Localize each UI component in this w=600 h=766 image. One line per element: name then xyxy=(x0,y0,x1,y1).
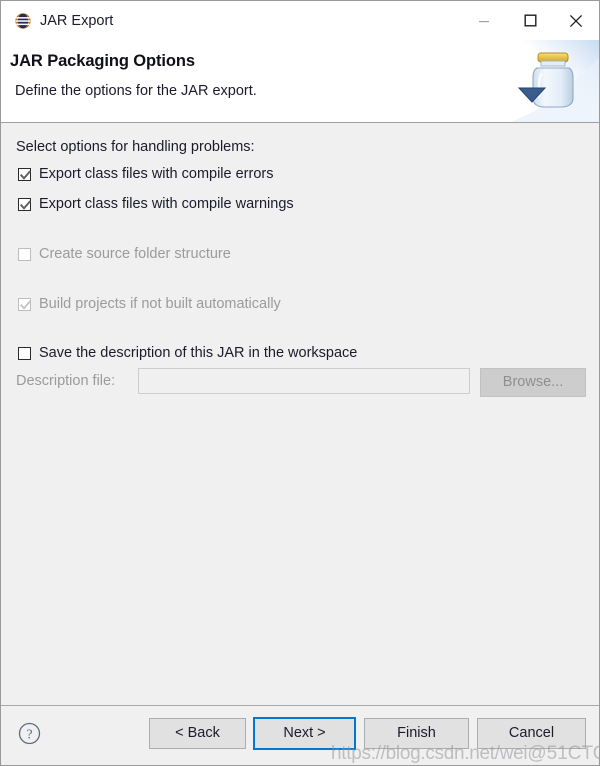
checkmark-icon xyxy=(19,170,31,180)
option-save-description-in-workspace[interactable]: Save the description of this JAR in the … xyxy=(18,343,357,363)
description-file-label: Description file: xyxy=(16,373,116,389)
checkbox[interactable] xyxy=(18,197,31,211)
checkbox xyxy=(18,297,31,311)
back-button[interactable]: < Back xyxy=(149,718,246,749)
dialog-footer: ? < Back Next > Finish Cancel xyxy=(1,705,599,765)
maximize-button[interactable] xyxy=(507,1,553,40)
option-label: Export class files with compile errors xyxy=(39,166,274,182)
option-export-compile-errors[interactable]: Export class files with compile errors xyxy=(18,164,274,184)
option-build-projects-if-not-built: Build projects if not built automaticall… xyxy=(18,294,281,314)
minimize-button[interactable] xyxy=(461,1,507,40)
option-create-source-folder-structure: Create source folder structure xyxy=(18,244,231,264)
checkbox[interactable] xyxy=(18,346,31,360)
svg-text:?: ? xyxy=(27,726,33,741)
option-label: Save the description of this JAR in the … xyxy=(39,345,358,361)
option-label: Create source folder structure xyxy=(39,246,231,262)
checkmark-icon xyxy=(19,200,31,210)
help-question-icon[interactable]: ? xyxy=(18,722,41,745)
minimize-icon xyxy=(479,20,489,22)
page-description: Define the options for the JAR export. xyxy=(15,83,257,99)
cancel-button[interactable]: Cancel xyxy=(477,718,586,749)
checkmark-icon xyxy=(19,300,31,310)
close-icon xyxy=(569,14,583,27)
checkbox xyxy=(18,247,31,261)
finish-button[interactable]: Finish xyxy=(364,718,469,749)
description-file-row: Description file: Browse... xyxy=(16,368,586,397)
window-controls xyxy=(461,1,599,40)
title-bar: JAR Export xyxy=(1,1,599,40)
jar-with-arrow-icon xyxy=(511,40,599,122)
window-title: JAR Export xyxy=(40,12,114,29)
description-file-input[interactable] xyxy=(138,368,470,394)
jar-export-icon xyxy=(15,12,31,29)
close-button[interactable] xyxy=(553,1,599,40)
checkbox[interactable] xyxy=(18,167,31,181)
option-label: Export class files with compile warnings xyxy=(39,196,294,212)
next-button[interactable]: Next > xyxy=(253,717,356,750)
browse-button[interactable]: Browse... xyxy=(480,368,586,397)
dialog-header: JAR Packaging Options Define the options… xyxy=(1,40,599,123)
maximize-icon xyxy=(524,14,537,27)
page-title: JAR Packaging Options xyxy=(10,52,195,70)
option-label: Build projects if not built automaticall… xyxy=(39,296,281,312)
jar-export-dialog: JAR Export JAR Packaging Options Define … xyxy=(0,0,600,766)
dialog-body: Select options for handling problems: Ex… xyxy=(1,124,599,705)
option-export-compile-warnings[interactable]: Export class files with compile warnings xyxy=(18,194,294,214)
section-label: Select options for handling problems: xyxy=(16,139,255,155)
